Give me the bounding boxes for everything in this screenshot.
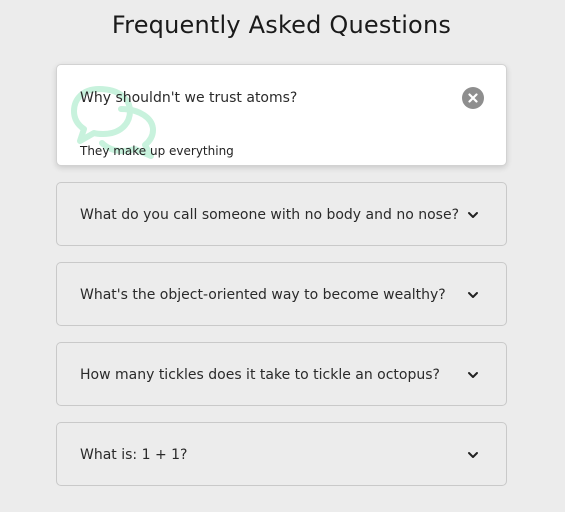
faq-item[interactable]: How many tickles does it take to tickle …	[56, 342, 507, 406]
faq-question: How many tickles does it take to tickle …	[80, 367, 440, 383]
faq-question: What is: 1 + 1?	[80, 447, 188, 463]
faq-item-active[interactable]: Why shouldn't we trust atoms? They make …	[56, 64, 507, 166]
chevron-down-icon[interactable]	[466, 209, 480, 221]
chevron-down-icon[interactable]	[466, 289, 480, 301]
faq-item[interactable]: What do you call someone with no body an…	[56, 182, 507, 246]
faq-answer: They make up everything	[80, 144, 234, 158]
faq-item[interactable]: What is: 1 + 1?	[56, 422, 507, 486]
faq-question: What's the object-oriented way to become…	[80, 287, 446, 303]
faq-question: Why shouldn't we trust atoms?	[80, 90, 298, 106]
faq-item[interactable]: What's the object-oriented way to become…	[56, 262, 507, 326]
chevron-down-icon[interactable]	[466, 449, 480, 461]
chevron-down-icon[interactable]	[466, 369, 480, 381]
faq-list: Why shouldn't we trust atoms? They make …	[56, 64, 507, 486]
page-title: Frequently Asked Questions	[111, 11, 452, 39]
faq-question: What do you call someone with no body an…	[80, 207, 459, 223]
